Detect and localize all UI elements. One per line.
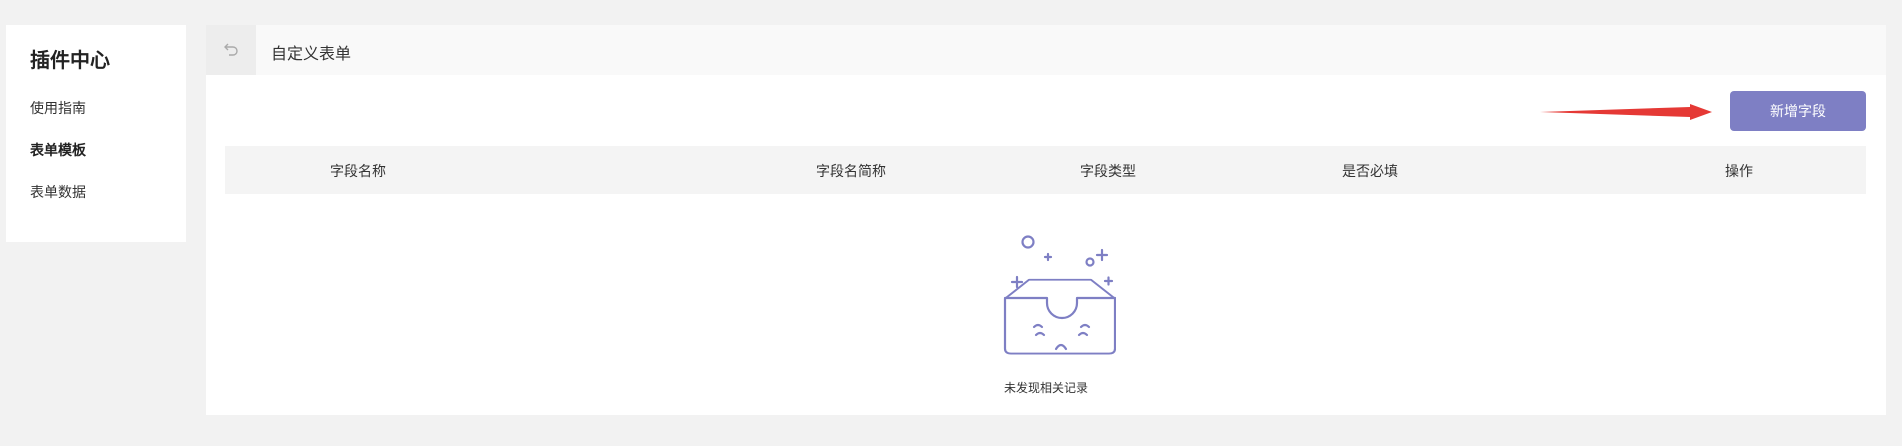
undo-arrow-icon	[223, 41, 239, 60]
page-header: 自定义表单	[206, 25, 1886, 75]
column-header-field-name: 字段名称	[330, 164, 386, 180]
column-header-field-type: 字段类型	[1080, 164, 1136, 180]
table-header: 字段名称 字段名简称 字段类型 是否必填 操作	[225, 146, 1866, 194]
empty-state-label: 未发现相关记录	[1004, 381, 1089, 395]
empty-inbox-icon	[1003, 235, 1116, 355]
page-title: 自定义表单	[271, 44, 352, 63]
add-field-button[interactable]: 新增字段	[1730, 91, 1866, 131]
main-panel: 自定义表单 新增字段 字段名称 字段名简称 字段类型 是否必填 操作 未发现相关…	[206, 25, 1886, 415]
sidebar-item-guide[interactable]: 使用指南	[30, 98, 86, 118]
pointer-arrow-icon	[1540, 104, 1712, 120]
back-button[interactable]	[206, 25, 256, 75]
sidebar-item-form-data[interactable]: 表单数据	[30, 182, 86, 202]
sidebar-item-form-template[interactable]: 表单模板	[30, 140, 86, 160]
column-header-actions: 操作	[1725, 164, 1753, 180]
column-header-required: 是否必填	[1342, 164, 1398, 180]
column-header-field-short-name: 字段名简称	[816, 164, 886, 180]
sidebar-title: 插件中心	[30, 48, 110, 72]
